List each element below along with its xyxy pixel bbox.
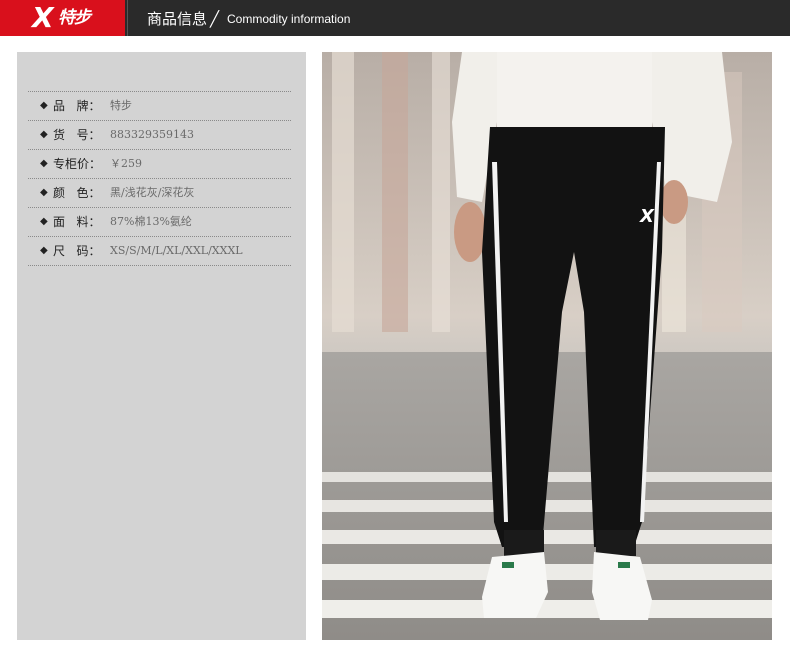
bullet-diamond-icon: ◆ — [40, 129, 48, 140]
info-row-size: ◆ 尺 码： XS/S/M/L/XL/XXL/XXXL — [28, 237, 291, 266]
section-title: 商品信息 — [147, 10, 208, 28]
info-value: 87%棉13%氨纶 — [110, 215, 192, 228]
info-label: 专柜价： — [53, 157, 102, 171]
info-value: ￥259 — [110, 157, 142, 170]
header-divider — [127, 0, 128, 36]
product-info-list: ◆ 品 牌： 特步 ◆ 货 号： 883329359143 ◆ 专柜价： ￥25… — [28, 91, 291, 266]
brand-logo-mark-icon: X — [32, 1, 54, 34]
pants-logo-icon: X — [639, 206, 655, 227]
product-info-panel: ◆ 品 牌： 特步 ◆ 货 号： 883329359143 ◆ 专柜价： ￥25… — [17, 52, 306, 640]
info-row-fabric: ◆ 面 料： 87%棉13%氨纶 — [28, 208, 291, 237]
brand-logo-text: 特步 — [58, 8, 91, 28]
bullet-diamond-icon: ◆ — [40, 216, 48, 227]
info-label: 货 号： — [53, 128, 101, 142]
brand-logo[interactable]: X 特步 — [0, 0, 125, 36]
section-subtitle: Commodity information — [227, 12, 351, 26]
info-row-brand: ◆ 品 牌： 特步 — [28, 92, 291, 121]
info-row-item-number: ◆ 货 号： 883329359143 — [28, 121, 291, 150]
info-value: 883329359143 — [110, 128, 194, 141]
bullet-diamond-icon: ◆ — [40, 245, 48, 256]
bullet-diamond-icon: ◆ — [40, 158, 48, 169]
product-photo-illustration: X — [322, 52, 772, 640]
info-label: 品 牌： — [53, 99, 101, 113]
info-row-color: ◆ 颜 色： 黑/浅花灰/深花灰 — [28, 179, 291, 208]
info-row-price: ◆ 专柜价： ￥259 — [28, 150, 291, 179]
info-value: XS/S/M/L/XL/XXL/XXXL — [110, 244, 243, 257]
bullet-diamond-icon: ◆ — [40, 187, 48, 198]
info-label: 面 料： — [53, 215, 101, 229]
info-label: 尺 码： — [53, 244, 101, 258]
info-value: 黑/浅花灰/深花灰 — [110, 186, 195, 199]
header-bar: X 特步 商品信息 ╱ Commodity information — [0, 0, 790, 36]
info-label: 颜 色： — [53, 186, 101, 200]
title-separator: ╱ — [210, 10, 220, 28]
info-value: 特步 — [110, 99, 132, 112]
product-photo: X — [322, 52, 772, 640]
bullet-diamond-icon: ◆ — [40, 100, 48, 111]
